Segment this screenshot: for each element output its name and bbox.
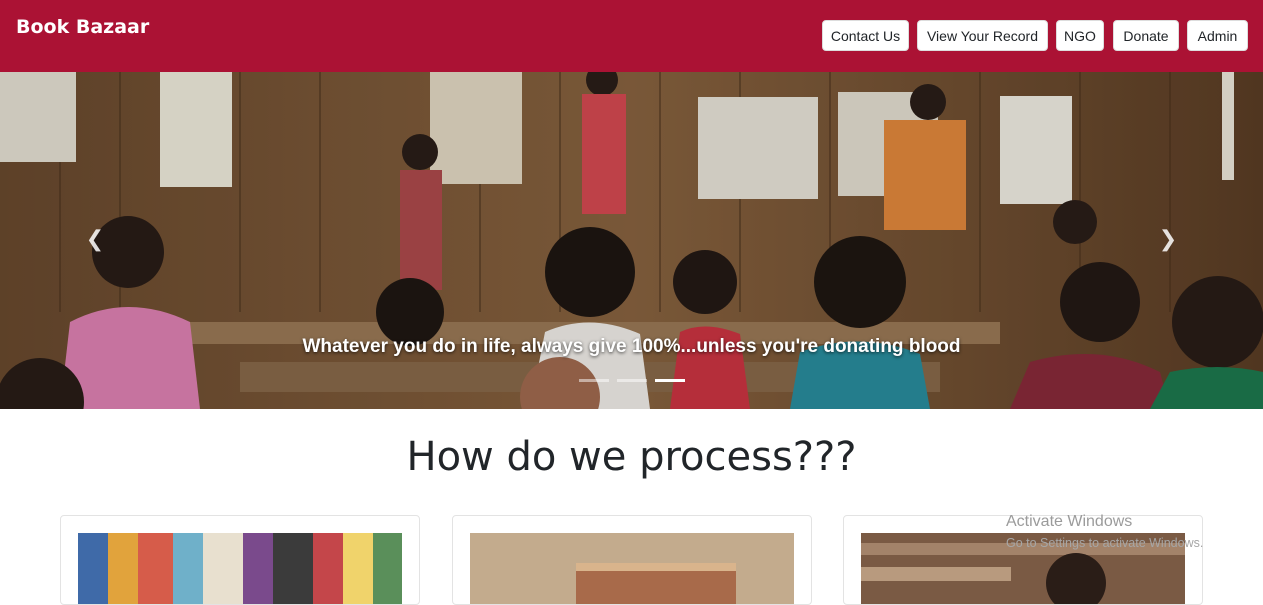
carousel-caption: Whatever you do in life, always give 100…: [302, 336, 961, 357]
activate-windows-title: Activate Windows: [1006, 513, 1133, 530]
carousel-next-button[interactable]: ❯: [1158, 228, 1178, 252]
carousel-indicator-1[interactable]: [579, 379, 609, 382]
view-your-record-button[interactable]: View Your Record: [917, 20, 1048, 51]
chevron-right-icon: ❯: [1158, 227, 1178, 252]
carousel-prev-button[interactable]: ❮: [85, 228, 105, 252]
hero-carousel: ❮ ❯ Whatever you do in life, always give…: [0, 72, 1263, 409]
donate-button[interactable]: Donate: [1113, 20, 1179, 51]
process-card-1: [60, 515, 420, 605]
navbar: Book Bazaar Contact Us View Your Record …: [0, 0, 1263, 72]
activate-windows-subtitle: Go to Settings to activate Windows.: [1006, 536, 1204, 550]
section-title: How do we process???: [406, 434, 857, 480]
carousel-indicator-3[interactable]: [655, 379, 685, 382]
brand-logo[interactable]: Book Bazaar: [16, 16, 149, 38]
card-2-image: [470, 533, 794, 604]
process-card-2: [452, 515, 812, 605]
chevron-left-icon: ❮: [85, 227, 105, 252]
classroom-photo: [0, 72, 1263, 409]
carousel-indicator-2[interactable]: [617, 379, 647, 382]
contact-us-button[interactable]: Contact Us: [822, 20, 909, 51]
admin-button[interactable]: Admin: [1187, 20, 1248, 51]
card-1-image: [78, 533, 402, 604]
ngo-button[interactable]: NGO: [1056, 20, 1104, 51]
